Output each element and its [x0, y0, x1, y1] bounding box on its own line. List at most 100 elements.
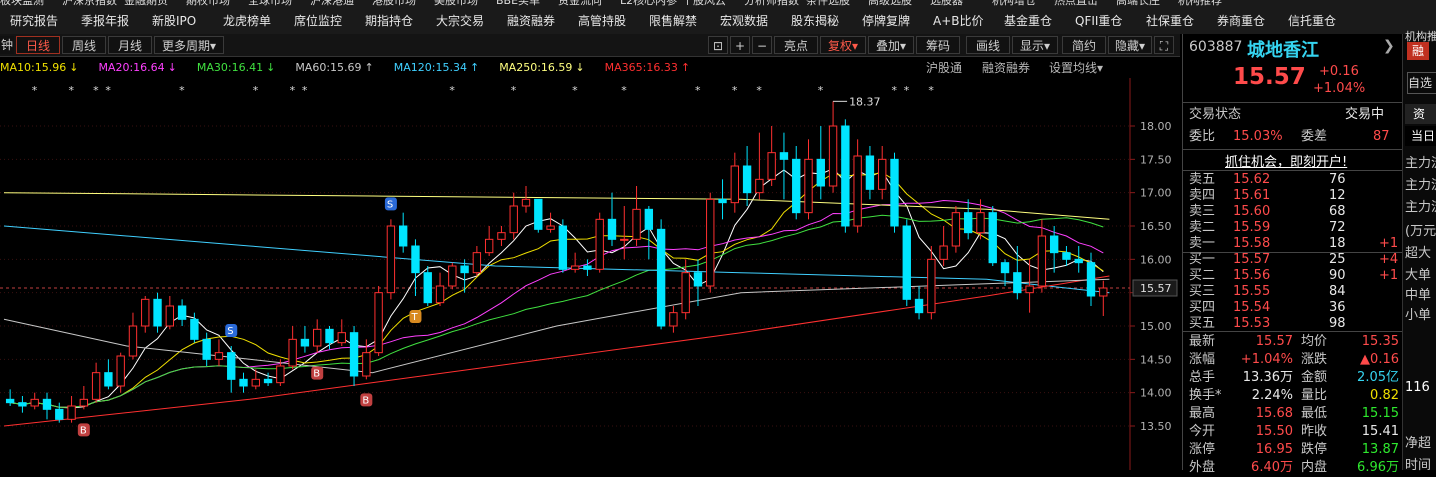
candle-body[interactable]: [276, 365, 285, 384]
candle-body[interactable]: [141, 298, 150, 327]
candle-body[interactable]: [792, 158, 801, 214]
candle-body[interactable]: [583, 265, 592, 270]
candle-body[interactable]: [374, 292, 383, 354]
nav-item[interactable]: 高端长庄: [1116, 0, 1178, 8]
nav-item[interactable]: 限售解禁: [639, 12, 710, 29]
add-watchlist-button[interactable]: 自选: [1407, 72, 1436, 94]
nav-item[interactable]: 条件选股: [806, 0, 868, 8]
candle-body[interactable]: [202, 338, 211, 360]
candle-body[interactable]: [669, 312, 678, 327]
stock-name[interactable]: 城地香江: [1247, 36, 1319, 62]
candle-body[interactable]: [509, 205, 518, 234]
candle-body[interactable]: [804, 158, 813, 214]
candle-body[interactable]: [718, 198, 727, 204]
event-star-icon[interactable]: *: [290, 84, 296, 97]
candle-body[interactable]: [91, 372, 101, 400]
candle-body[interactable]: [263, 378, 273, 384]
overlay-button[interactable]: 叠加▾: [868, 36, 914, 54]
nav-item[interactable]: BBE买单: [496, 0, 558, 8]
nav-item[interactable]: 融资融券: [497, 12, 568, 29]
nav-item[interactable]: 席位监控: [284, 12, 355, 29]
nav-item[interactable]: 美股市场: [434, 0, 496, 8]
event-star-icon[interactable]: *: [732, 84, 738, 97]
candle-body[interactable]: [472, 252, 482, 274]
candle-body[interactable]: [128, 325, 138, 357]
nav-item[interactable]: QFII重仓: [1065, 12, 1136, 29]
candle-body[interactable]: [165, 305, 174, 327]
candle-body[interactable]: [620, 238, 629, 241]
candle-body[interactable]: [706, 198, 715, 287]
zoom-in-icon[interactable]: +: [730, 36, 750, 54]
draw-line-button[interactable]: 画线: [966, 36, 1010, 54]
candle-body[interactable]: [1025, 285, 1034, 294]
event-star-icon[interactable]: *: [904, 84, 910, 97]
hide-button[interactable]: 隐藏▾: [1108, 36, 1152, 54]
candle-body[interactable]: [153, 298, 162, 327]
candle-body[interactable]: [1086, 262, 1096, 297]
nav-item[interactable]: 沪深京指数: [62, 0, 124, 8]
candle-body[interactable]: [1049, 235, 1059, 254]
candle-body[interactable]: [18, 402, 27, 407]
event-star-icon[interactable]: *: [621, 84, 627, 97]
nav-item[interactable]: 高级选股: [868, 0, 930, 8]
candle-body[interactable]: [435, 285, 445, 304]
event-star-icon[interactable]: *: [179, 84, 185, 97]
candle-body[interactable]: [951, 212, 961, 247]
nav-item[interactable]: 宏观数据: [710, 12, 781, 29]
candle-body[interactable]: [5, 398, 15, 404]
candle-body[interactable]: [399, 225, 408, 247]
event-star-icon[interactable]: *: [302, 84, 308, 97]
candle-body[interactable]: [337, 332, 346, 344]
nav-item[interactable]: 龙虎榜单: [213, 12, 284, 29]
nav-item[interactable]: A+B比价: [923, 12, 994, 29]
event-star-icon[interactable]: *: [253, 84, 259, 97]
zoom-out-icon[interactable]: −: [752, 36, 772, 54]
candle-body[interactable]: [595, 218, 604, 270]
nav-item[interactable]: 券商重仓: [1207, 12, 1278, 29]
candle-body[interactable]: [55, 408, 64, 420]
nav-item[interactable]: 新股IPO: [142, 12, 213, 29]
candle-body[interactable]: [386, 225, 396, 294]
nav-item[interactable]: 资金流向: [558, 0, 620, 8]
candle-body[interactable]: [1013, 272, 1022, 294]
event-star-icon[interactable]: *: [756, 84, 762, 97]
candle-body[interactable]: [288, 338, 297, 367]
candle-body[interactable]: [656, 228, 666, 327]
nav-item[interactable]: 分析师指数: [744, 0, 806, 8]
candle-body[interactable]: [251, 378, 260, 387]
kline-chart[interactable]: 18.0017.5017.0016.5016.0015.5015.0014.50…: [0, 78, 1180, 470]
candle-body[interactable]: [632, 208, 641, 240]
nav-item[interactable]: 高管持股: [568, 12, 639, 29]
nav-item[interactable]: 期指持仓: [355, 12, 426, 29]
event-star-icon[interactable]: *: [928, 84, 934, 97]
event-star-icon[interactable]: *: [449, 84, 455, 97]
candle-body[interactable]: [644, 208, 654, 230]
rong-button[interactable]: 融: [1407, 42, 1429, 60]
simple-button[interactable]: 简约: [1062, 36, 1106, 54]
candle-body[interactable]: [1099, 287, 1108, 297]
candle-body[interactable]: [67, 405, 76, 420]
candle-body[interactable]: [878, 158, 887, 190]
candle-body[interactable]: [411, 245, 420, 274]
candle-body[interactable]: [976, 212, 985, 234]
nav-item[interactable]: 停牌复牌: [852, 12, 923, 29]
candle-body[interactable]: [227, 352, 236, 380]
candle-body[interactable]: [558, 225, 568, 270]
candle-body[interactable]: [767, 152, 776, 180]
hugutong-link[interactable]: 沪股通: [926, 58, 962, 78]
tab-monthly[interactable]: 月线: [108, 36, 152, 54]
candle-body[interactable]: [890, 158, 899, 227]
margin-trading-link[interactable]: 融资融券: [982, 58, 1030, 78]
nav-item[interactable]: L2核心内参: [620, 0, 682, 8]
nav-item[interactable]: 研究报告: [0, 12, 71, 29]
candle-body[interactable]: [313, 328, 322, 347]
candle-body[interactable]: [104, 372, 113, 387]
minute-tab[interactable]: 钟: [0, 36, 14, 54]
candle-body[interactable]: [755, 178, 764, 194]
candle-body[interactable]: [841, 125, 850, 227]
nav-item[interactable]: 全球市场: [248, 0, 310, 8]
candle-body[interactable]: [939, 245, 948, 260]
candle-body[interactable]: [816, 158, 825, 187]
candle-body[interactable]: [546, 225, 555, 230]
candle-body[interactable]: [497, 232, 506, 240]
